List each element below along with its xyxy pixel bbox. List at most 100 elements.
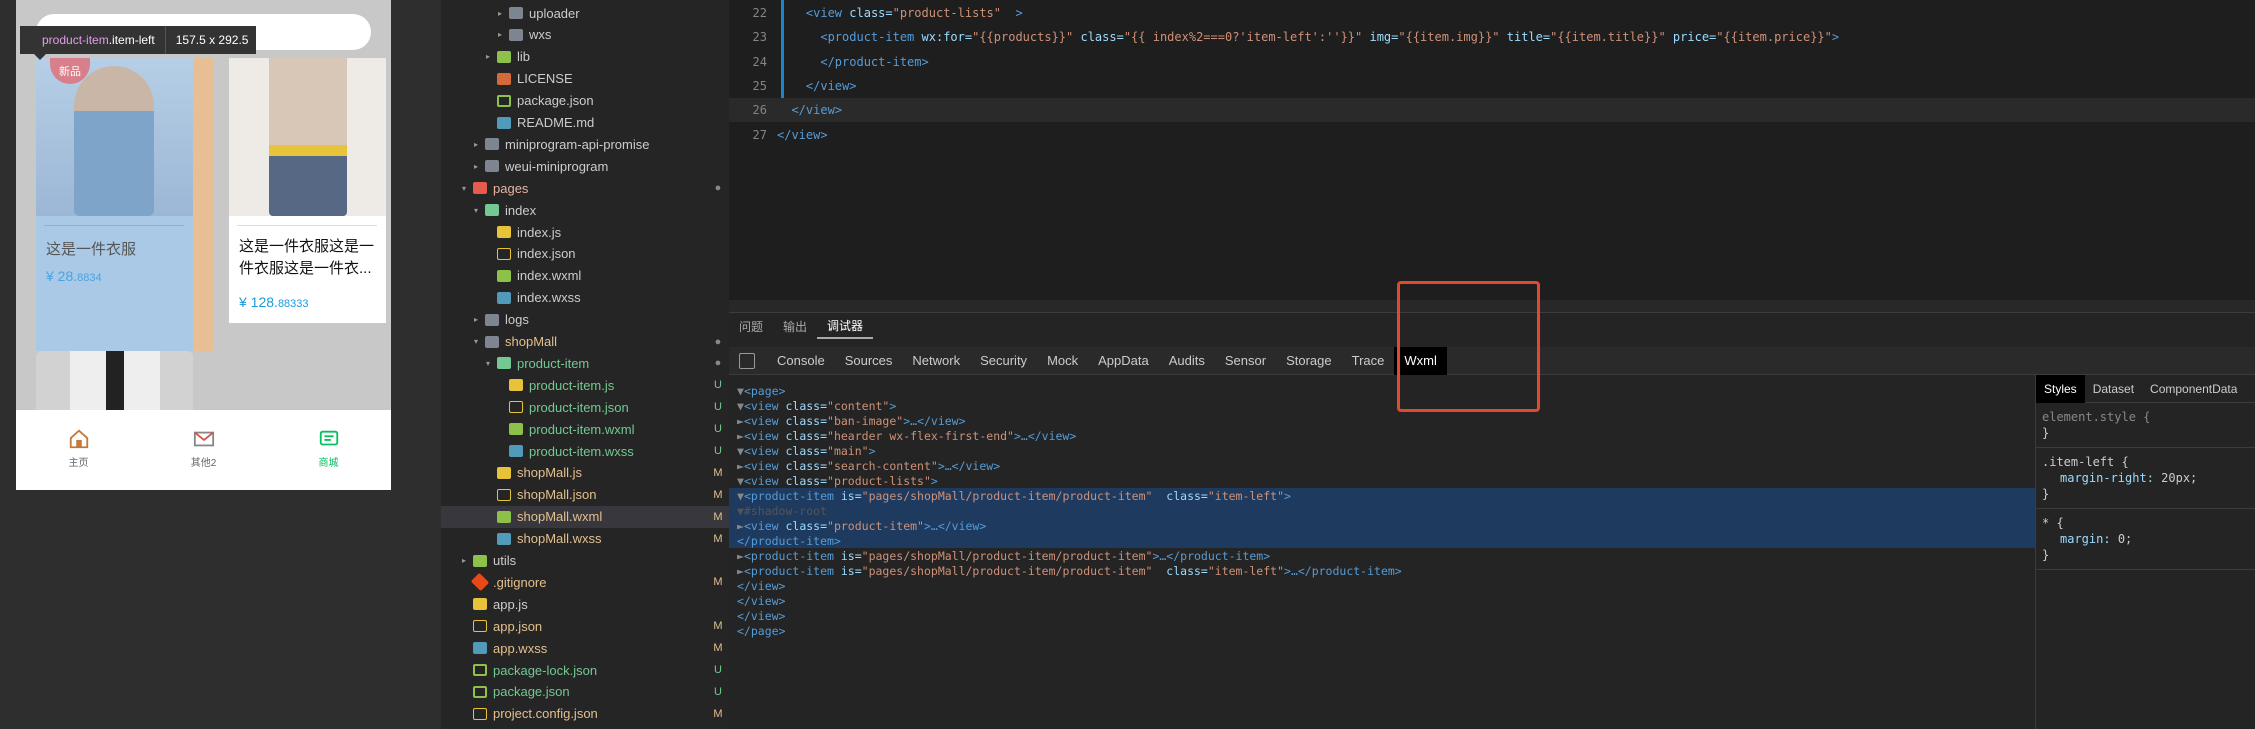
tab-home[interactable]: 主页 [16,410,141,490]
wxml-node[interactable]: ► <view class= "ban-image" >…</view> [729,413,2035,428]
wxml-token: ► [737,548,744,563]
json-icon [473,620,487,633]
file-tree-item[interactable]: app.json M [441,615,729,637]
devtools-tab-network[interactable]: Network [902,347,970,375]
devtools-tab-sensor[interactable]: Sensor [1215,347,1276,375]
file-tree-item[interactable]: ▸ utils [441,550,729,572]
file-tree-item[interactable]: ▾ product-item ● [441,352,729,374]
devtools-tab-audits[interactable]: Audits [1159,347,1215,375]
wxml-token: ► [737,428,744,443]
wxml-node[interactable]: </page> [729,623,2035,638]
styles-tab-componentdata[interactable]: ComponentData [2142,375,2245,403]
wxml-node[interactable]: ► <view class= "hearder wx-flex-first-end"… [729,428,2035,443]
file-tree-item[interactable]: README.md [441,112,729,134]
devtools-tab-trace[interactable]: Trace [1342,347,1395,375]
file-tree-item[interactable]: package.json U [441,681,729,703]
devtools-tab-wxml[interactable]: Wxml [1394,346,1447,375]
file-name: shopMall.wxml [517,509,603,525]
file-tree-item[interactable]: index.json [441,243,729,265]
devtools-tab-storage[interactable]: Storage [1276,347,1342,375]
wxml-node[interactable]: ► <view class= "product-item" >…</view> [729,518,2035,533]
styles-tab-styles[interactable]: Styles [2036,374,2085,403]
info-icon [497,116,511,129]
inspect-element-icon[interactable] [739,352,755,369]
wxml-token: <view [743,398,786,413]
file-tree-item[interactable]: ▾ index [441,199,729,221]
devtools-tab-mock[interactable]: Mock [1037,347,1088,375]
file-tree-item[interactable]: ▸ lib [441,46,729,68]
file-tree-item[interactable]: shopMall.wxml M [441,505,729,528]
expand-arrow-icon: ▸ [473,315,478,325]
file-tree-item[interactable]: index.js [441,221,729,243]
file-tree-item[interactable]: ▸ uploader [441,2,729,24]
file-tree-item[interactable]: project.config.json M [441,703,729,725]
wxml-node[interactable]: </view> [729,593,2035,608]
file-tree-item[interactable]: package-lock.json U [441,659,729,681]
panel-tab[interactable]: 输出 [773,313,817,339]
file-tree-item[interactable]: .gitignore M [441,571,729,593]
wxml-node[interactable]: </view> [729,608,2035,623]
product-card-left-2[interactable] [36,351,193,411]
devtools-tab-console[interactable]: Console [767,347,835,375]
file-tree-item[interactable]: ▾ pages ● [441,177,729,199]
code-token: </view> [791,103,843,118]
git-status: M [713,488,723,501]
devtools-tab-appdata[interactable]: AppData [1088,347,1159,375]
wxml-node[interactable]: ▼ <page> [729,383,2035,398]
wxml-node[interactable]: ► <product-item is= "pages/shopMall/produc… [729,563,2035,578]
wxml-node[interactable]: ▼ <product-item is= "pages/shopMall/produc… [729,488,2035,503]
file-tree-item[interactable]: shopMall.wxss M [441,528,729,550]
file-tree-item[interactable]: ▾ shopMall ● [441,331,729,353]
line-number: 27 [752,127,767,142]
wxml-node[interactable]: ► <product-item is= "pages/shopMall/produc… [729,548,2035,563]
file-name: shopMall.wxss [517,531,602,547]
code-editor[interactable]: 22 <view class="product-lists" >23 <prod… [729,0,2255,300]
file-tree-item[interactable]: product-item.wxss U [441,440,729,462]
expand-arrow-icon: ▾ [473,205,478,215]
file-name: index.json [517,246,576,262]
file-tree-item[interactable]: shopMall.json M [441,484,729,506]
file-tree-item[interactable]: product-item.js U [441,374,729,396]
file-tree-item[interactable]: shopMall.js M [441,462,729,484]
wxml-node[interactable]: ▼#shadow-root [729,503,2035,518]
wxml-token: class= [1152,563,1208,578]
wxml-node[interactable]: ▼ <view class= "product-lists" > [729,473,2035,488]
css-declaration: margin-right: 20px; [2060,471,2198,485]
file-tree-item[interactable]: ▸ logs [441,309,729,331]
wxml-tree[interactable]: ▼ <page> ▼ <view class= "content" > ► <view c… [729,383,2035,729]
wxml-node[interactable]: ▼ <view class= "main" > [729,443,2035,458]
tab-other2[interactable]: 其他2 [141,410,266,490]
product-card-right[interactable]: 这是一件衣服这是一件衣服这是一件衣... ¥ 128.88333 [229,58,386,323]
wxml-token: >…</product-item> [1284,563,1402,578]
panel-tab[interactable]: 调试器 [817,313,874,339]
file-tree-item[interactable]: index.wxss [441,287,729,309]
devtools-tab-security[interactable]: Security [970,347,1037,375]
file-tree-item[interactable]: ▸ weui-miniprogram [441,155,729,177]
wxml-node[interactable]: ▼ <view class= "content" > [729,398,2035,413]
css-property: margin-right [2060,471,2147,485]
file-tree-item[interactable]: index.wxml [441,265,729,287]
wxml-token: is= [840,548,862,563]
panel-tab[interactable]: 问题 [729,313,773,339]
file-tree-item[interactable]: app.wxss M [441,637,729,659]
file-tree-item[interactable]: ▸ wxs [441,24,729,46]
wxml-node[interactable]: </product-item> [729,533,2035,548]
git-status: M [713,642,723,655]
folder-icon [509,28,523,41]
wxml-node[interactable]: </view> [729,578,2035,593]
file-tree-item[interactable]: ▸ miniprogram-api-promise [441,133,729,155]
file-tree-item[interactable]: package.json [441,90,729,112]
wxml-node[interactable]: ► <view class= "search-content" >…</view> [729,458,2035,473]
file-tree-item[interactable]: LICENSE [441,68,729,90]
code-token: <view [805,6,850,20]
devtools-tab-sources[interactable]: Sources [835,347,903,375]
file-tree-item[interactable]: product-item.json U [441,396,729,418]
styles-tab-dataset[interactable]: Dataset [2085,375,2142,403]
wxml-token: "item-left" [1207,488,1285,503]
json-icon [497,247,511,260]
file-tree-item[interactable]: app.js [441,593,729,615]
tab-shop[interactable]: 商城 [266,410,391,490]
product-card-left-highlighted[interactable]: 新品 这是一件衣服 ¥ 28.8834 [36,58,193,351]
file-tree-item[interactable]: product-item.wxml U [441,418,729,440]
file-name: index [505,202,537,218]
